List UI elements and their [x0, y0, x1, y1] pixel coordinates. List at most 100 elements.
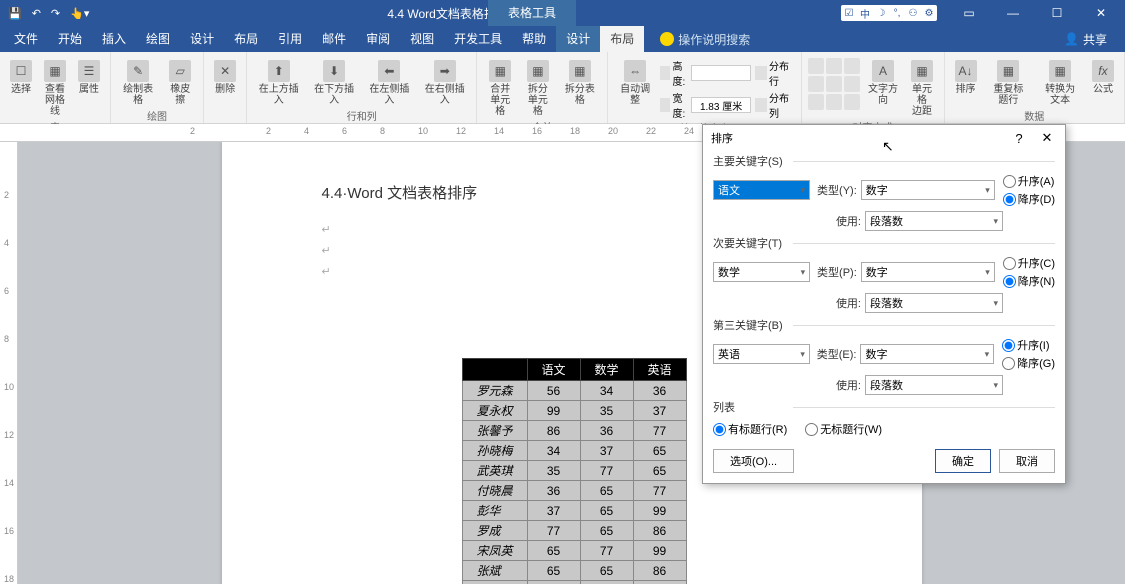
- third-desc-radio[interactable]: 降序(G): [1002, 355, 1055, 371]
- split-table-button[interactable]: ▦拆分表格: [559, 58, 601, 108]
- cancel-button[interactable]: 取消: [999, 449, 1055, 473]
- text-direction-button[interactable]: A文字方向: [864, 58, 903, 108]
- tab-help[interactable]: 帮助: [512, 26, 556, 52]
- punct-icon[interactable]: °,: [890, 6, 904, 20]
- menubar: 文件 开始 插入 绘图 设计 布局 引用 邮件 审阅 视图 开发工具 帮助 设计…: [0, 26, 1125, 52]
- table-row[interactable]: 武英琪357765: [462, 461, 686, 481]
- close-icon[interactable]: ✕: [1081, 0, 1121, 26]
- table-row[interactable]: 董太林346534: [462, 581, 686, 584]
- sort-button[interactable]: A↓排序: [951, 58, 981, 97]
- tab-draw[interactable]: 绘图: [136, 26, 180, 52]
- help-icon[interactable]: ?: [1009, 131, 1029, 146]
- align-br[interactable]: [844, 94, 860, 110]
- tab-references[interactable]: 引用: [268, 26, 312, 52]
- view-gridlines-button[interactable]: ▦查看 网格线: [40, 58, 70, 119]
- formula-button[interactable]: fx公式: [1088, 58, 1118, 97]
- draw-table-button[interactable]: ✎绘制表格: [117, 58, 159, 108]
- third-field-select[interactable]: 英语▾: [713, 344, 810, 364]
- distribute-rows-button[interactable]: 分布行: [769, 58, 795, 88]
- maximize-icon[interactable]: ☐: [1037, 0, 1077, 26]
- tab-file[interactable]: 文件: [4, 26, 48, 52]
- secondary-type-select[interactable]: 数字▾: [861, 262, 995, 282]
- share-button[interactable]: 👤共享: [1064, 31, 1121, 48]
- distribute-cols-button[interactable]: 分布列: [769, 90, 795, 120]
- close-icon[interactable]: ✕: [1037, 130, 1057, 146]
- table-row[interactable]: 罗成776586: [462, 521, 686, 541]
- width-input[interactable]: [691, 97, 751, 113]
- align-mr[interactable]: [844, 76, 860, 92]
- secondary-asc-radio[interactable]: 升序(C): [1003, 255, 1055, 271]
- cn-icon[interactable]: 中: [858, 6, 872, 20]
- table-row[interactable]: 付晓晨366577: [462, 481, 686, 501]
- third-using-select[interactable]: 段落数▾: [865, 375, 1003, 395]
- person-icon[interactable]: ⚇: [906, 6, 920, 20]
- align-ml[interactable]: [808, 76, 824, 92]
- redo-icon[interactable]: ↷: [51, 7, 60, 20]
- ok-button[interactable]: 确定: [935, 449, 991, 473]
- align-mc[interactable]: [826, 76, 842, 92]
- table-row[interactable]: 彭华376599: [462, 501, 686, 521]
- secondary-desc-radio[interactable]: 降序(N): [1003, 273, 1055, 289]
- group-table: ☐选择 ▦查看 网格线 ☰属性 表: [0, 52, 111, 123]
- tab-layout[interactable]: 布局: [224, 26, 268, 52]
- tell-me[interactable]: 操作说明搜索: [660, 31, 750, 48]
- align-bl[interactable]: [808, 94, 824, 110]
- vertical-ruler[interactable]: 24681012141618: [0, 142, 18, 584]
- header-row-radio[interactable]: 有标题行(R): [713, 421, 787, 437]
- align-tr[interactable]: [844, 58, 860, 74]
- tab-developer[interactable]: 开发工具: [444, 26, 512, 52]
- secondary-field-select[interactable]: 数学▾: [713, 262, 810, 282]
- merge-cells-button[interactable]: ▦合并 单元格: [483, 58, 517, 119]
- tab-insert[interactable]: 插入: [92, 26, 136, 52]
- height-input[interactable]: [691, 65, 751, 81]
- delete-button[interactable]: ✕删除: [210, 58, 240, 97]
- table-row[interactable]: 宋凤英657799: [462, 541, 686, 561]
- primary-using-select[interactable]: 段落数▾: [865, 211, 1003, 231]
- align-tl[interactable]: [808, 58, 824, 74]
- primary-desc-radio[interactable]: 降序(D): [1003, 191, 1055, 207]
- tab-mailings[interactable]: 邮件: [312, 26, 356, 52]
- no-header-row-radio[interactable]: 无标题行(W): [805, 421, 882, 437]
- autofit-button[interactable]: ⇔自动调整: [614, 58, 656, 108]
- tab-review[interactable]: 审阅: [356, 26, 400, 52]
- tab-table-design[interactable]: 设计: [556, 26, 600, 52]
- table-row[interactable]: 张斌656586: [462, 561, 686, 581]
- undo-icon[interactable]: ↶: [32, 7, 41, 20]
- repeat-header-button[interactable]: ▦重复标题行: [985, 58, 1033, 108]
- touch-icon[interactable]: 👆▾: [70, 7, 89, 20]
- table-row[interactable]: 夏永权993537: [462, 401, 686, 421]
- cell-margins-button[interactable]: ▦单元格 边距: [906, 58, 937, 119]
- data-table[interactable]: 语文数学英语罗元森563436夏永权993537张馨予863677孙晓梅3437…: [462, 358, 687, 584]
- table-row[interactable]: 孙晓梅343765: [462, 441, 686, 461]
- moon-icon[interactable]: ☽: [874, 6, 888, 20]
- insert-left-button[interactable]: ⬅在左侧插入: [364, 58, 415, 108]
- primary-asc-radio[interactable]: 升序(A): [1003, 173, 1055, 189]
- convert-text-button[interactable]: ▦转换为文本: [1036, 58, 1084, 108]
- secondary-using-select[interactable]: 段落数▾: [865, 293, 1003, 313]
- properties-button[interactable]: ☰属性: [74, 58, 104, 97]
- ribbon-options-icon[interactable]: ▭: [949, 0, 989, 26]
- tab-table-layout[interactable]: 布局: [600, 26, 644, 52]
- tab-view[interactable]: 视图: [400, 26, 444, 52]
- tab-design[interactable]: 设计: [180, 26, 224, 52]
- align-bc[interactable]: [826, 94, 842, 110]
- save-icon[interactable]: 💾: [8, 7, 22, 20]
- options-button[interactable]: 选项(O)...: [713, 449, 794, 473]
- minimize-icon[interactable]: —: [993, 0, 1033, 26]
- split-cells-button[interactable]: ▦拆分 单元格: [521, 58, 555, 119]
- table-row[interactable]: 张馨予863677: [462, 421, 686, 441]
- insert-below-button[interactable]: ⬇在下方插入: [308, 58, 359, 108]
- insert-above-button[interactable]: ⬆在上方插入: [253, 58, 304, 108]
- ime-icon[interactable]: ☑: [842, 6, 856, 20]
- gear-icon[interactable]: ⚙: [922, 6, 936, 20]
- table-row[interactable]: 罗元森563436: [462, 381, 686, 401]
- primary-field-select[interactable]: 语文▾: [713, 180, 810, 200]
- eraser-button[interactable]: ▱橡皮擦: [163, 58, 197, 108]
- align-tc[interactable]: [826, 58, 842, 74]
- third-type-select[interactable]: 数字▾: [860, 344, 994, 364]
- select-button[interactable]: ☐选择: [6, 58, 36, 97]
- insert-right-button[interactable]: ➡在右侧插入: [419, 58, 470, 108]
- third-asc-radio[interactable]: 升序(I): [1002, 337, 1055, 353]
- tab-home[interactable]: 开始: [48, 26, 92, 52]
- primary-type-select[interactable]: 数字▾: [861, 180, 995, 200]
